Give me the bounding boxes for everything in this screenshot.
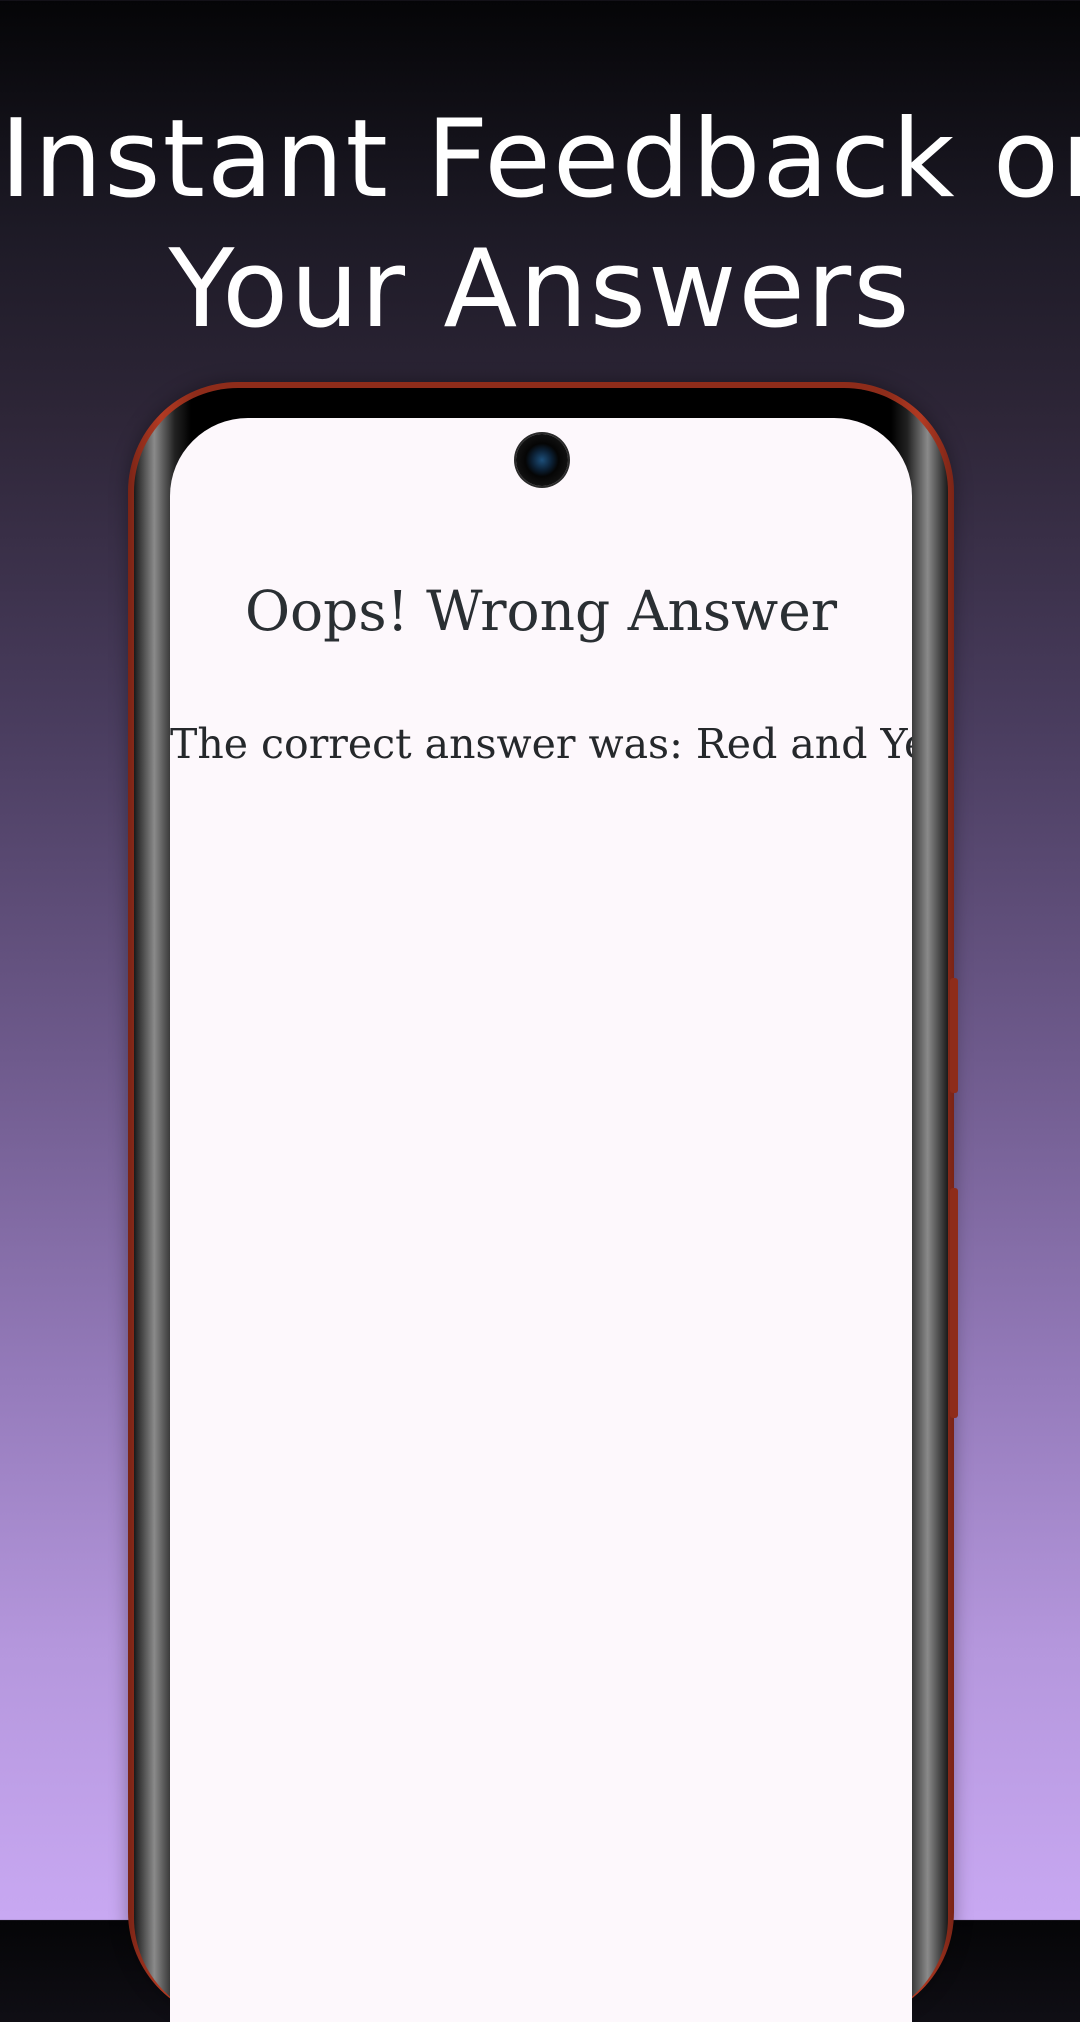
correct-answer-message: The correct answer was: Red and Yellow bbox=[170, 720, 912, 768]
phone-screen: Oops! Wrong Answer The correct answer wa… bbox=[170, 418, 912, 2022]
feedback-title: Oops! Wrong Answer bbox=[244, 579, 838, 643]
front-camera-icon bbox=[516, 434, 568, 486]
volume-button bbox=[950, 978, 958, 1093]
phone-mockup: Oops! Wrong Answer The correct answer wa… bbox=[128, 382, 954, 2022]
power-button bbox=[950, 1188, 958, 1418]
promo-headline-line-1: Instant Feedback on bbox=[0, 97, 1080, 222]
phone-bezel: Oops! Wrong Answer The correct answer wa… bbox=[134, 388, 948, 2022]
promo-headline: Instant Feedback on Your Answers bbox=[0, 95, 1080, 355]
promo-headline-line-2: Your Answers bbox=[168, 227, 912, 352]
